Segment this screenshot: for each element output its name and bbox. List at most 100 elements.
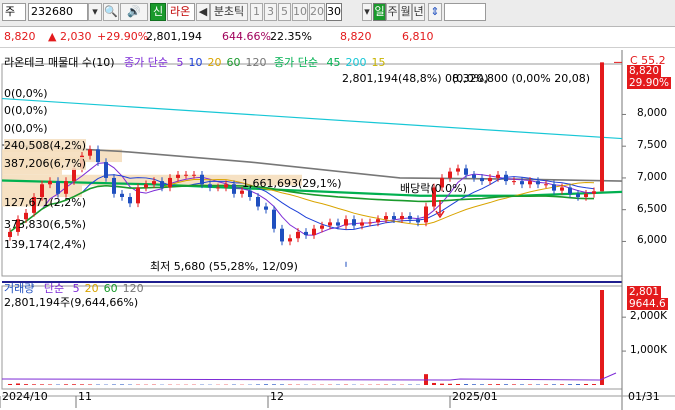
candle-body (480, 177, 484, 182)
candle-body (488, 177, 492, 182)
volume-bar (440, 383, 444, 385)
period-0-button[interactable]: 일 (373, 3, 386, 21)
candle-body (104, 162, 108, 178)
candle-body (296, 231, 300, 239)
period-3-button[interactable]: 년 (412, 3, 425, 21)
volume-bar (272, 384, 276, 385)
volume-bar (456, 383, 460, 385)
volume-bar (32, 384, 36, 385)
interval-dropdown-icon[interactable]: ▾ (362, 3, 372, 21)
candle-body (472, 174, 476, 178)
legend-ma-60: 60 (226, 56, 241, 69)
legend-ma-10: 10 (188, 56, 203, 69)
volume-bar (88, 384, 92, 385)
candle-body (144, 184, 148, 188)
candle-body (344, 219, 348, 226)
prev-icon[interactable]: ◀ (196, 3, 210, 21)
volume-bar (120, 384, 124, 385)
candle-body (544, 184, 548, 186)
candle-body (496, 174, 500, 178)
volume-bar (40, 384, 44, 385)
candle-body (216, 187, 220, 189)
interval-30-button[interactable]: 30 (326, 3, 342, 21)
candle-body (248, 190, 252, 197)
blank-input[interactable] (444, 3, 486, 21)
vol-profile-label-6: 1,661,693(29,1%) (242, 177, 342, 190)
candle-body (368, 222, 372, 224)
volume-bar (576, 384, 580, 385)
period-1-button[interactable]: 주 (386, 3, 399, 21)
candle-body (232, 184, 236, 194)
volume-bar (528, 384, 532, 385)
volume-bar (560, 384, 564, 385)
dividend-arrow-icon (435, 200, 445, 219)
x-tick-4: 01/31 (628, 390, 660, 403)
legend-ma2-200: 200 (345, 56, 367, 69)
candle-body (304, 231, 308, 236)
candle-body (400, 216, 404, 220)
candle-body (160, 181, 164, 188)
market-select[interactable]: 주 (2, 3, 26, 21)
vol-profile-label-5: 387,206(6,7%) (4, 157, 87, 170)
interval-5-button[interactable]: 5 (278, 3, 291, 21)
turnover: 22.35% (270, 30, 312, 43)
candle-body (256, 196, 260, 207)
candle-body (416, 219, 420, 223)
candle-body (576, 193, 580, 197)
candle-body (360, 222, 364, 226)
period-label[interactable]: 분초틱 (210, 3, 248, 21)
price-change: 2,030 (60, 30, 92, 43)
price-row: 8,820 ▲ 2,030 +29.90% 2,801,194 644.66% … (0, 27, 675, 48)
search-icon[interactable]: 🔍 (103, 3, 119, 21)
sound-icon[interactable]: 🔊 (120, 3, 148, 21)
chart-area[interactable]: 라온테크 매물대 수(10) 종가 단순 5 10 20 60 120 종가 단순 45… (0, 50, 675, 410)
current-price-badge: 8,820 (627, 65, 662, 77)
candle-body (336, 222, 340, 226)
period-2-button[interactable]: 월 (399, 3, 412, 21)
low-label: 최저 5,680 (55,28%, 12/09) (150, 260, 298, 273)
volume-summary: 2,801,194주(9,644,66%) (4, 296, 139, 309)
volume-bar (72, 384, 76, 385)
volume-current-badge: 2,801 (627, 286, 662, 298)
volume-bar (512, 384, 516, 385)
interval-1-button[interactable]: 1 (250, 3, 263, 21)
volume-bar (464, 384, 468, 385)
candle-body (552, 184, 556, 191)
candle-body (424, 206, 428, 223)
code-dropdown-icon[interactable]: ▾ (88, 3, 102, 21)
interval-10-button[interactable]: 10 (292, 3, 308, 21)
candle-body (128, 196, 132, 204)
volume-pct: 644.66% (222, 30, 271, 43)
interval-20-button[interactable]: 20 (309, 3, 325, 21)
candle-body (392, 216, 396, 220)
candle-body (464, 168, 468, 175)
current-pct-badge: 29.90% (627, 77, 672, 89)
candle-body (176, 174, 180, 178)
volume-bar (24, 384, 28, 385)
stock-code-input[interactable]: 232680 (28, 3, 88, 21)
price-chart-svg[interactable] (0, 50, 675, 410)
candle-body (384, 216, 388, 220)
volume-bar (544, 384, 548, 385)
vol-profile-label-1: 0(0,0%) (4, 87, 48, 100)
candle-body (448, 171, 452, 178)
volume-ma5-line (1, 372, 617, 381)
interval-3-button[interactable]: 3 (264, 3, 277, 21)
vol-profile-label-3: 0(0,0%) (4, 122, 48, 135)
price-tick-2: 7,000 (636, 170, 667, 183)
volume-bar (496, 384, 500, 385)
scroll-arrows-icon[interactable]: ⇕ (428, 3, 442, 21)
current-price: 8,820 (4, 30, 36, 43)
price-tick-1: 7,500 (636, 139, 667, 152)
up-arrow-icon: ▲ (48, 30, 57, 43)
new-badge: 신 (150, 3, 166, 21)
top-right-overlap-label: 8,320,800 (0,00% 20,08) (452, 72, 590, 85)
volume-bar (584, 383, 588, 385)
volume-bar (256, 384, 260, 385)
low-price: 6,810 (402, 30, 434, 43)
candle-body (184, 174, 188, 176)
vol-profile-label-7: 127,671(2,2%) (4, 196, 87, 209)
volume-bar (280, 384, 284, 385)
vol-profile-label-9: 139,174(2,4%) (4, 238, 87, 251)
candle-body (328, 222, 332, 226)
